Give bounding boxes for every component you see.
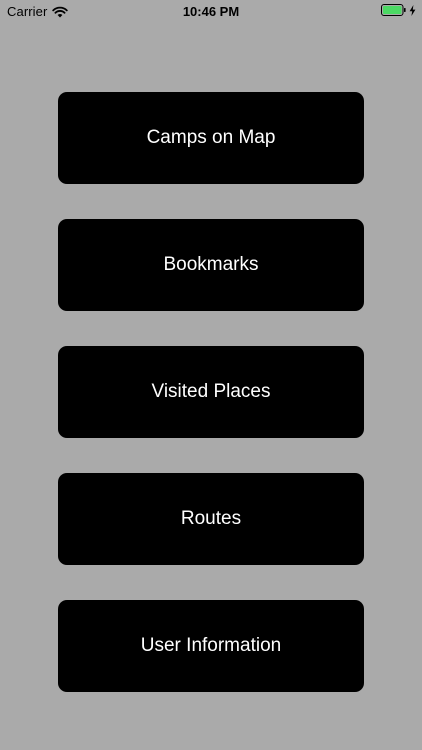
battery-icon [381,4,406,16]
battery-group [381,4,416,16]
status-time: 10:46 PM [182,4,240,19]
status-bar: Carrier 10:46 PM [0,0,422,22]
routes-label: Routes [180,508,242,529]
user-information-label: User Information [140,635,282,656]
charging-bolt-icon [409,4,416,16]
camps-on-map-label: Camps on Map [146,127,276,148]
user-information-button[interactable]: User Information [58,600,364,692]
visited-places-button[interactable]: Visited Places [58,346,364,438]
visited-places-label: Visited Places [151,381,271,402]
bookmarks-label: Bookmarks [163,254,259,275]
camps-on-map-button[interactable]: Camps on Map [58,92,364,184]
bookmarks-button[interactable]: Bookmarks [58,219,364,311]
main-menu: Camps on Map Bookmarks Visited Places Ro… [58,92,364,692]
routes-button[interactable]: Routes [58,473,364,565]
